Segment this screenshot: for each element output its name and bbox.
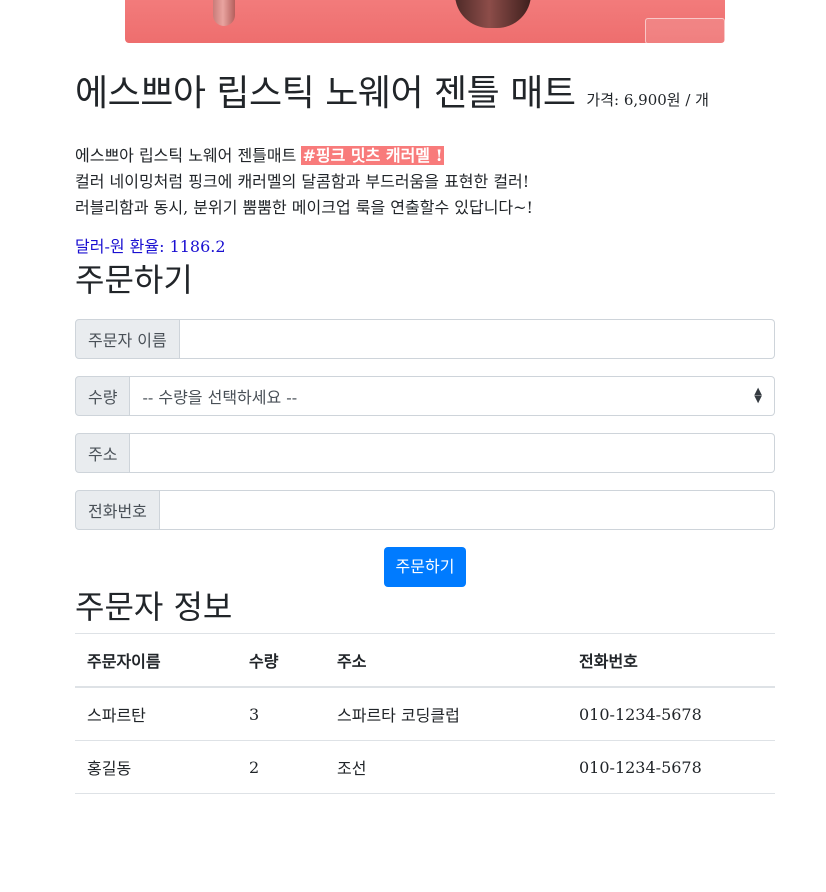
column-header-quantity: 수량 bbox=[237, 633, 325, 688]
address-input[interactable] bbox=[130, 433, 775, 473]
order-heading: 주문하기 bbox=[75, 261, 193, 299]
product-price: 가격: 6,900원 / 개 bbox=[586, 91, 709, 109]
address-row: 주소 bbox=[75, 433, 775, 473]
description-line: 러블리함과 동시, 분위기 뿜뿜한 메이크업 룩을 연출할수 있답니다~! bbox=[75, 198, 533, 217]
product-title: 에스쁘아 립스틱 노웨어 젠틀 매트 가격: 6,900원 / 개 bbox=[75, 72, 775, 122]
cell-phone: 010-1234-5678 bbox=[567, 687, 775, 741]
quantity-select[interactable]: -- 수량을 선택하세요 -- ▲ ▼ bbox=[130, 376, 775, 416]
column-header-phone: 전화번호 bbox=[567, 633, 775, 688]
product-name: 에스쁘아 립스틱 노웨어 젠틀 매트 bbox=[75, 73, 576, 114]
cell-name: 스파르탄 bbox=[75, 687, 237, 741]
quantity-selected-value: -- 수량을 선택하세요 -- bbox=[142, 388, 298, 407]
cell-quantity: 2 bbox=[237, 740, 325, 794]
table-row: 스파르탄 3 스파르타 코딩클럽 010-1234-5678 bbox=[75, 687, 775, 741]
description-text: 에스쁘아 립스틱 노웨어 젠틀매트 bbox=[75, 146, 302, 165]
description-line: 에스쁘아 립스틱 노웨어 젠틀매트 #핑크 밋츠 캐러멜 ! bbox=[75, 143, 775, 169]
cell-phone: 010-1234-5678 bbox=[567, 740, 775, 794]
column-header-address: 주소 bbox=[325, 633, 567, 688]
phone-input[interactable] bbox=[159, 490, 775, 530]
orders-table: 주문자이름 수량 주소 전화번호 스파르탄 3 스파르타 코딩클럽 010-12… bbox=[75, 633, 775, 794]
column-header-name: 주문자이름 bbox=[75, 633, 237, 688]
name-label: 주문자 이름 bbox=[75, 319, 180, 359]
phone-row: 전화번호 bbox=[75, 490, 775, 530]
quantity-row: 수량 -- 수량을 선택하세요 -- ▲ ▼ bbox=[75, 376, 775, 416]
lipstick-case-shape bbox=[645, 18, 725, 43]
order-form: 주문자 이름 수량 -- 수량을 선택하세요 -- ▲ ▼ 주소 전화번호 주문하… bbox=[75, 319, 775, 587]
table-row: 홍길동 2 조선 010-1234-5678 bbox=[75, 740, 775, 794]
order-submit-button[interactable]: 주문하기 bbox=[383, 547, 467, 587]
address-label: 주소 bbox=[75, 433, 131, 473]
exchange-rate: 달러-원 환율: 1186.2 bbox=[75, 237, 226, 256]
quantity-label: 수량 bbox=[75, 376, 131, 416]
cell-address: 스파르타 코딩클럽 bbox=[325, 687, 567, 741]
select-arrows-icon: ▲ ▼ bbox=[754, 386, 762, 405]
color-highlight: #핑크 밋츠 캐러멜 ! bbox=[301, 146, 444, 165]
name-row: 주문자 이름 bbox=[75, 319, 775, 359]
lipstick-shape bbox=[213, 0, 235, 26]
cell-quantity: 3 bbox=[237, 687, 325, 741]
cell-name: 홍길동 bbox=[75, 740, 237, 794]
phone-label: 전화번호 bbox=[75, 490, 160, 530]
description-line: 컬러 네이밍처럼 핑크에 캐러멜의 달콤함과 부드러움을 표현한 컬러! bbox=[75, 172, 530, 191]
product-image bbox=[125, 0, 725, 43]
table-header-row: 주문자이름 수량 주소 전화번호 bbox=[75, 633, 775, 688]
product-description: 에스쁘아 립스틱 노웨어 젠틀매트 #핑크 밋츠 캐러멜 ! 컬러 네이밍처럼 … bbox=[75, 143, 775, 221]
name-input[interactable] bbox=[179, 319, 775, 359]
submit-wrap: 주문하기 bbox=[75, 547, 775, 587]
orders-heading: 주문자 정보 bbox=[75, 588, 233, 626]
lipstick-shape bbox=[455, 0, 531, 28]
main-container: 에스쁘아 립스틱 노웨어 젠틀 매트 가격: 6,900원 / 개 에스쁘아 립… bbox=[75, 72, 775, 794]
cell-address: 조선 bbox=[325, 740, 567, 794]
